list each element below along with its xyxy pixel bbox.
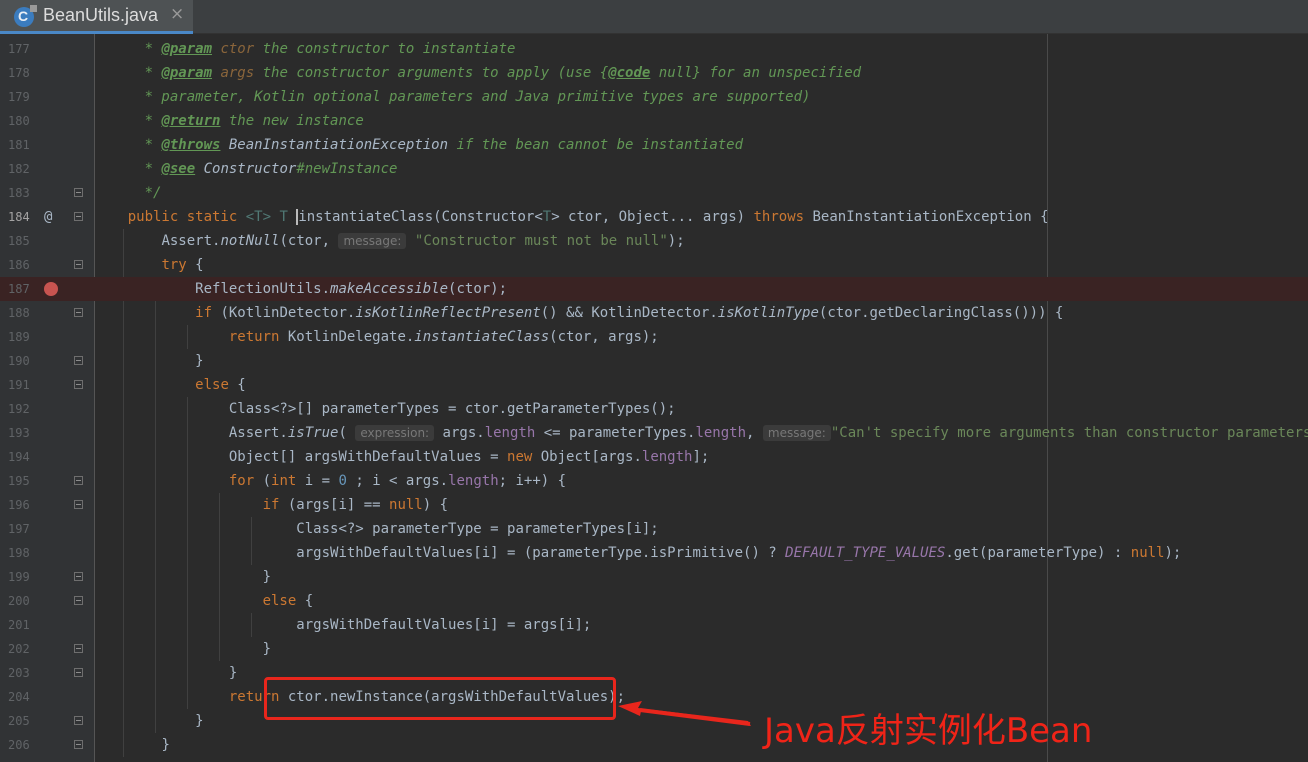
annotation-arrow — [618, 701, 751, 726]
annotation-label: Java反射实例化Bean — [764, 711, 1093, 751]
